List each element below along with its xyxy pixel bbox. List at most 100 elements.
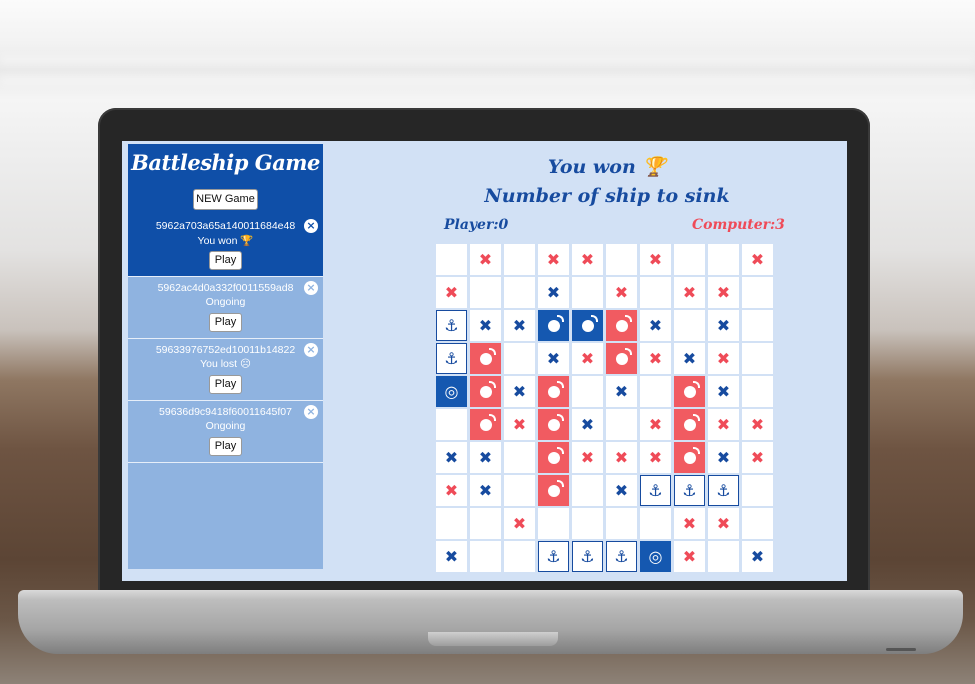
board-cell-empty[interactable] — [640, 376, 671, 407]
game-list-item[interactable]: 59633976752ed10011b14822 × You lost ☹ Pl… — [128, 339, 323, 401]
board-cell-miss-blue[interactable]: ✖ — [572, 409, 603, 440]
board-cell-empty[interactable] — [742, 310, 773, 341]
anchor-icon[interactable]: ⚓ — [606, 541, 637, 572]
board-cell-hit[interactable] — [606, 343, 637, 374]
board-cell-miss-red[interactable]: ✖ — [470, 244, 501, 275]
board-cell-miss-red[interactable]: ✖ — [708, 409, 739, 440]
board-cell-empty[interactable] — [606, 508, 637, 539]
board-cell-miss-red[interactable]: ✖ — [742, 244, 773, 275]
board-cell-empty[interactable] — [436, 409, 467, 440]
board-cell-miss-blue[interactable]: ✖ — [708, 310, 739, 341]
board-cell-hit[interactable] — [470, 376, 501, 407]
board-cell-empty[interactable] — [606, 409, 637, 440]
board-cell-miss-red[interactable]: ✖ — [606, 442, 637, 473]
board-cell-miss-red[interactable]: ✖ — [708, 343, 739, 374]
game-list-item[interactable]: 5962ac4d0a332f0011559ad8 × Ongoing Play — [128, 277, 323, 339]
board-cell-empty[interactable] — [436, 244, 467, 275]
board-cell-empty[interactable] — [572, 277, 603, 308]
anchor-icon[interactable]: ⚓ — [674, 475, 705, 506]
board-cell-miss-blue[interactable]: ✖ — [640, 310, 671, 341]
board-cell-empty[interactable] — [640, 508, 671, 539]
board-cell-hit[interactable] — [674, 442, 705, 473]
board-cell-hit[interactable] — [674, 376, 705, 407]
board-cell-miss-red[interactable]: ✖ — [572, 343, 603, 374]
board-cell-miss-red[interactable]: ✖ — [606, 277, 637, 308]
board-cell-miss-blue[interactable]: ✖ — [708, 442, 739, 473]
board-cell-miss-red[interactable]: ✖ — [742, 409, 773, 440]
board-cell-empty[interactable] — [742, 376, 773, 407]
board-cell-miss-red[interactable]: ✖ — [436, 475, 467, 506]
board-cell-hit[interactable] — [606, 310, 637, 341]
board-cell-miss-blue[interactable]: ✖ — [470, 310, 501, 341]
board-cell-empty[interactable] — [674, 244, 705, 275]
board-cell-miss-red[interactable]: ✖ — [640, 343, 671, 374]
board-cell-miss-red[interactable]: ✖ — [504, 508, 535, 539]
board-cell-miss-blue[interactable]: ✖ — [538, 277, 569, 308]
board-cell-empty[interactable] — [572, 475, 603, 506]
board-cell-miss-red[interactable]: ✖ — [674, 541, 705, 572]
board-cell-miss-blue[interactable]: ✖ — [538, 343, 569, 374]
close-icon[interactable]: × — [304, 405, 318, 419]
board-cell-empty[interactable] — [572, 376, 603, 407]
board-cell-empty[interactable] — [470, 508, 501, 539]
board-cell-empty[interactable] — [742, 277, 773, 308]
board-cell-hit[interactable] — [572, 310, 603, 341]
anchor-icon[interactable]: ⚓ — [640, 475, 671, 506]
board-cell-hit[interactable] — [470, 409, 501, 440]
board-cell-miss-red[interactable]: ✖ — [708, 277, 739, 308]
target-icon[interactable]: ◎ — [640, 541, 671, 572]
board-cell-miss-blue[interactable]: ✖ — [436, 541, 467, 572]
board-cell-empty[interactable] — [742, 475, 773, 506]
board-cell-miss-red[interactable]: ✖ — [640, 244, 671, 275]
board-cell-empty[interactable] — [742, 508, 773, 539]
board-cell-miss-red[interactable]: ✖ — [674, 277, 705, 308]
board-cell-hit[interactable] — [538, 442, 569, 473]
close-icon[interactable]: × — [304, 281, 318, 295]
board-cell-empty[interactable] — [504, 244, 535, 275]
board-cell-empty[interactable] — [708, 244, 739, 275]
close-icon[interactable]: × — [304, 219, 318, 233]
anchor-icon[interactable]: ⚓ — [436, 310, 467, 341]
board-cell-empty[interactable] — [504, 442, 535, 473]
board-cell-empty[interactable] — [436, 508, 467, 539]
game-list-item[interactable]: 59636d9c9418f60011645f07 × Ongoing Play — [128, 401, 323, 463]
board-cell-empty[interactable] — [504, 277, 535, 308]
board-cell-hit[interactable] — [674, 409, 705, 440]
board-cell-hit[interactable] — [538, 376, 569, 407]
board-cell-hit[interactable] — [538, 475, 569, 506]
board-cell-miss-blue[interactable]: ✖ — [606, 475, 637, 506]
board-cell-hit[interactable] — [538, 409, 569, 440]
board-cell-empty[interactable] — [470, 277, 501, 308]
board-cell-miss-blue[interactable]: ✖ — [708, 376, 739, 407]
play-button[interactable]: Play — [209, 313, 242, 332]
board-cell-empty[interactable] — [504, 541, 535, 572]
board-cell-hit[interactable] — [538, 310, 569, 341]
board-cell-miss-blue[interactable]: ✖ — [606, 376, 637, 407]
board-cell-miss-red[interactable]: ✖ — [640, 409, 671, 440]
board-cell-miss-red[interactable]: ✖ — [708, 508, 739, 539]
board-cell-miss-blue[interactable]: ✖ — [470, 475, 501, 506]
board-cell-empty[interactable] — [538, 508, 569, 539]
board-cell-miss-red[interactable]: ✖ — [572, 442, 603, 473]
board-cell-empty[interactable] — [504, 475, 535, 506]
board-cell-miss-blue[interactable]: ✖ — [470, 442, 501, 473]
anchor-icon[interactable]: ⚓ — [572, 541, 603, 572]
board-cell-empty[interactable] — [470, 541, 501, 572]
board-cell-miss-red[interactable]: ✖ — [504, 409, 535, 440]
board-cell-miss-blue[interactable]: ✖ — [742, 541, 773, 572]
board-cell-miss-red[interactable]: ✖ — [742, 442, 773, 473]
board-cell-empty[interactable] — [708, 541, 739, 572]
board-cell-empty[interactable] — [504, 343, 535, 374]
board-cell-empty[interactable] — [640, 277, 671, 308]
board-cell-miss-red[interactable]: ✖ — [572, 244, 603, 275]
close-icon[interactable]: × — [304, 343, 318, 357]
target-icon[interactable]: ◎ — [436, 376, 467, 407]
board-cell-miss-blue[interactable]: ✖ — [436, 442, 467, 473]
board-cell-miss-blue[interactable]: ✖ — [504, 376, 535, 407]
board-cell-miss-blue[interactable]: ✖ — [504, 310, 535, 341]
board-cell-empty[interactable] — [742, 343, 773, 374]
board-cell-miss-red[interactable]: ✖ — [538, 244, 569, 275]
board-cell-hit[interactable] — [470, 343, 501, 374]
board-cell-empty[interactable] — [674, 310, 705, 341]
board-cell-miss-red[interactable]: ✖ — [674, 508, 705, 539]
